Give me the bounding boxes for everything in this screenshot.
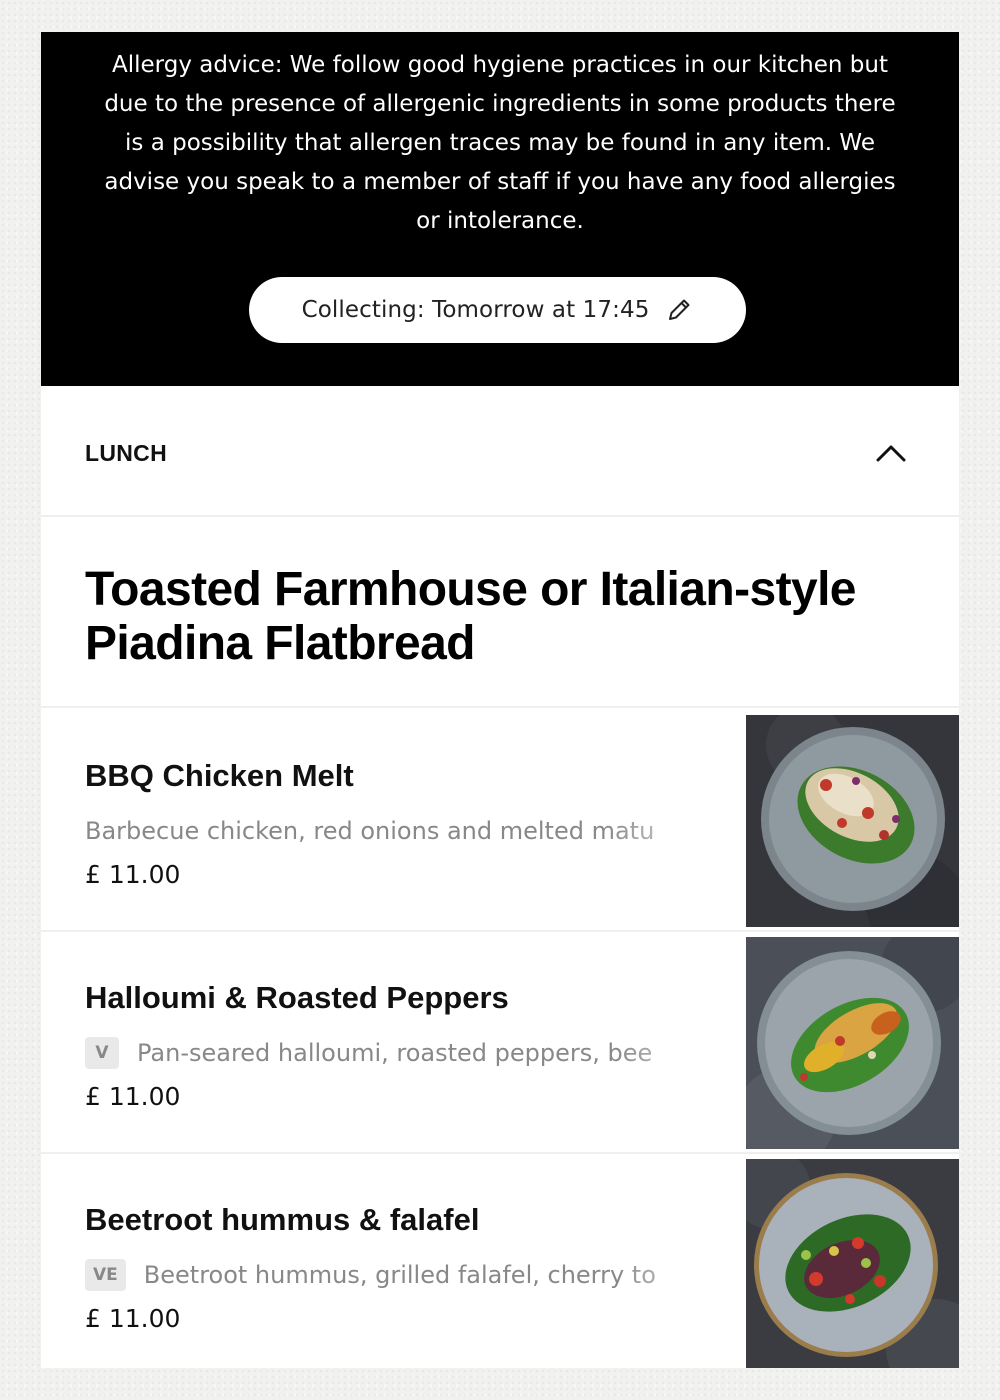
- vegetarian-badge: V: [85, 1037, 119, 1069]
- item-description: Beetroot hummus, grilled falafel, cherry…: [143, 1261, 656, 1289]
- item-price: £ 11.00: [85, 860, 181, 889]
- menu-item-halloumi-roasted-peppers[interactable]: Halloumi & Roasted Peppers V Pan-seared …: [41, 932, 959, 1154]
- menu-item-beetroot-hummus-falafel[interactable]: Beetroot hummus & falafel VE Beetroot hu…: [41, 1154, 959, 1368]
- menu-panel: Allergy advice: We follow good hygiene p…: [41, 32, 959, 1368]
- item-description: Barbecue chicken, red onions and melted …: [85, 817, 655, 845]
- vegan-badge: VE: [85, 1259, 126, 1291]
- collection-time-button[interactable]: Collecting: Tomorrow at 17:45: [249, 277, 746, 343]
- item-price: £ 11.00: [85, 1082, 181, 1111]
- allergy-advice-text: Allergy advice: We follow good hygiene p…: [104, 52, 896, 234]
- category-title: Toasted Farmhouse or Italian-style Piadi…: [85, 563, 857, 670]
- bbq-chicken-melt-photo: [746, 715, 959, 927]
- collection-time-label: Collecting: Tomorrow at 17:45: [301, 297, 650, 323]
- halloumi-roasted-peppers-photo: [746, 937, 959, 1149]
- item-name: BBQ Chicken Melt: [85, 758, 354, 793]
- item-name: Halloumi & Roasted Peppers: [85, 980, 509, 1015]
- allergy-banner: Allergy advice: We follow good hygiene p…: [41, 32, 959, 386]
- lunch-section-header[interactable]: LUNCH: [41, 386, 959, 517]
- menu-item-bbq-chicken-melt[interactable]: BBQ Chicken Melt Barbecue chicken, red o…: [41, 710, 959, 932]
- pencil-icon: [669, 299, 690, 320]
- item-name: Beetroot hummus & falafel: [85, 1202, 480, 1237]
- item-description-row: V Pan-seared halloumi, roasted peppers, …: [85, 1036, 735, 1070]
- item-description: Pan-seared halloumi, roasted peppers, be…: [137, 1039, 653, 1067]
- category-heading: Toasted Farmhouse or Italian-style Piadi…: [41, 519, 959, 708]
- section-title: LUNCH: [85, 440, 167, 466]
- chevron-up-icon[interactable]: [875, 442, 907, 464]
- item-description-row: Barbecue chicken, red onions and melted …: [85, 814, 735, 848]
- item-description-row: VE Beetroot hummus, grilled falafel, che…: [85, 1258, 735, 1292]
- beetroot-hummus-falafel-photo: [746, 1159, 959, 1368]
- item-price: £ 11.00: [85, 1304, 181, 1333]
